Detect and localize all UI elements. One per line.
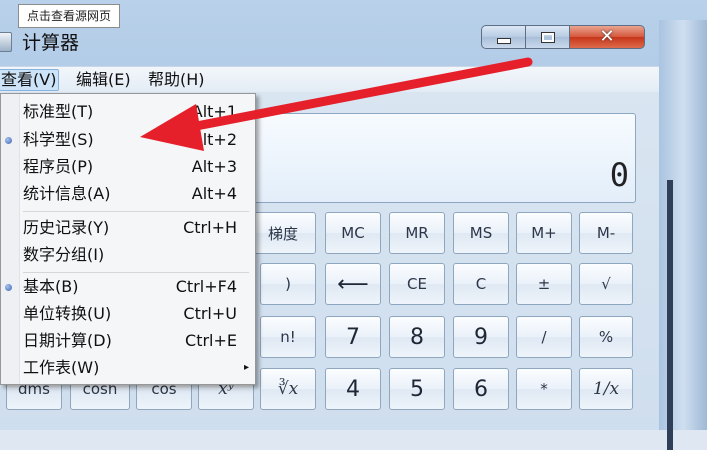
arrow-shaft	[181, 57, 533, 133]
arrow-head-icon	[140, 104, 204, 151]
annotation-arrow	[140, 57, 533, 151]
